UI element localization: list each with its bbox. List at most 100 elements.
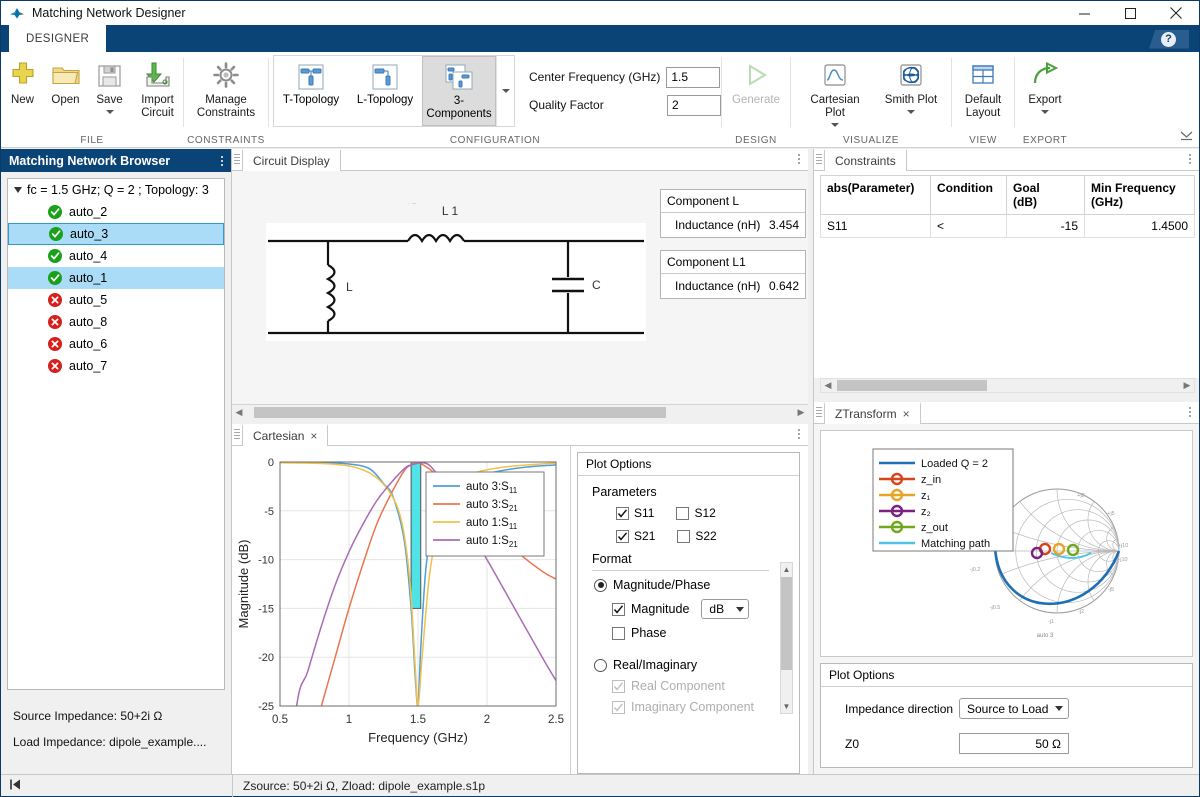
three-components-item[interactable]: 3- Components: [422, 56, 496, 126]
smith-chart[interactable]: +j2+j5+j10-j10-j5-j2-j1-j0.5-j0.2auto 3L…: [820, 430, 1193, 657]
constraints-cell-goal[interactable]: -15: [1007, 215, 1085, 238]
tree-node-auto_7[interactable]: auto_7: [8, 355, 224, 377]
constraints-col-1[interactable]: Condition: [931, 176, 1007, 215]
cartesian-chart[interactable]: 0-5-10-15-20-250.511.522.5Frequency (GHz…: [232, 446, 570, 774]
component-table-l1: Component L1 Inductance (nH) 0.642: [660, 250, 806, 299]
close-icon[interactable]: ×: [310, 429, 317, 443]
new-button[interactable]: New: [1, 58, 44, 107]
tree-node-auto_5[interactable]: auto_5: [8, 289, 224, 311]
tab-designer[interactable]: DESIGNER: [9, 25, 106, 52]
scroll-track[interactable]: [835, 380, 1180, 391]
component-l-value[interactable]: 3.454: [769, 218, 799, 232]
tree-node-auto_6[interactable]: auto_6: [8, 333, 224, 355]
network-tree[interactable]: fc = 1.5 GHz; Q = 2 ; Topology: 3 auto_2…: [7, 178, 225, 690]
t-topology-item[interactable]: T-Topology: [274, 56, 348, 126]
browser-options-icon[interactable]: [221, 155, 223, 167]
scroll-up-icon[interactable]: ▲: [781, 563, 792, 576]
circuit-horizontal-scrollbar[interactable]: ◀ ▶: [232, 404, 808, 419]
tree-node-auto_3[interactable]: auto_3: [8, 223, 224, 245]
chevron-down-icon[interactable]: [14, 187, 22, 193]
open-button[interactable]: Open: [44, 58, 87, 107]
checkbox-phase[interactable]: Phase: [612, 626, 789, 640]
chevron-down-icon[interactable]: [1041, 110, 1049, 114]
tab-ztransform[interactable]: ZTransform ×: [824, 402, 921, 424]
checkbox-s12[interactable]: S12: [676, 506, 715, 520]
panel-grip-icon[interactable]: [232, 424, 242, 445]
tab-cartesian[interactable]: Cartesian ×: [242, 424, 328, 446]
save-button[interactable]: Save: [87, 58, 132, 114]
scroll-thumb[interactable]: [254, 407, 666, 418]
component-l-param: Inductance (nH): [675, 218, 760, 232]
tree-root-node[interactable]: fc = 1.5 GHz; Q = 2 ; Topology: 3: [8, 179, 224, 201]
tab-circuit-display[interactable]: Circuit Display: [242, 149, 341, 171]
y-tick-label: -20: [258, 652, 274, 664]
center-frequency-input[interactable]: 1.5: [666, 67, 720, 88]
generate-button[interactable]: Generate: [724, 58, 788, 107]
constraints-cell-min_freq[interactable]: 1.4500: [1085, 215, 1195, 238]
checkbox-s22[interactable]: S22: [677, 529, 716, 543]
default-layout-button[interactable]: Default Layout: [954, 58, 1012, 120]
quality-factor-input[interactable]: 2: [667, 95, 721, 116]
impedance-direction-select[interactable]: Source to Load: [959, 698, 1069, 719]
scroll-left-icon[interactable]: ◀: [821, 380, 835, 391]
chevron-down-icon[interactable]: [831, 123, 839, 127]
constraints-col-2[interactable]: Goal(dB): [1007, 176, 1085, 215]
panel-grip-icon[interactable]: [232, 149, 242, 170]
component-l1-value[interactable]: 0.642: [769, 279, 799, 293]
l-topology-item[interactable]: L-Topology: [348, 56, 422, 126]
checkbox-magnitude[interactable]: Magnitude dB: [612, 599, 789, 619]
y-tick-label: -5: [264, 506, 274, 518]
tree-node-auto_2[interactable]: auto_2: [8, 201, 224, 223]
scroll-thumb[interactable]: [781, 577, 792, 670]
constraints-row[interactable]: S11<-151.4500: [821, 215, 1195, 238]
tree-node-auto_4[interactable]: auto_4: [8, 245, 224, 267]
x-tick-label: 2.5: [548, 714, 564, 726]
chevron-down-icon[interactable]: [106, 110, 114, 114]
smith-plot-button[interactable]: Smith Plot: [875, 58, 947, 114]
constraints-cell-condition[interactable]: <: [931, 215, 1007, 238]
go-to-start-button[interactable]: [1, 775, 233, 797]
cartesian-options-icon[interactable]: [798, 428, 800, 440]
tree-node-auto_8[interactable]: auto_8: [8, 311, 224, 333]
scroll-right-icon[interactable]: ▶: [794, 407, 808, 418]
constraints-col-3[interactable]: Min Frequency(GHz): [1085, 176, 1195, 215]
circuit-display-options-icon[interactable]: [798, 153, 800, 165]
radio-magnitude-phase[interactable]: Magnitude/Phase: [594, 578, 789, 592]
scroll-left-icon[interactable]: ◀: [232, 407, 246, 418]
constraints-table[interactable]: abs(Parameter) Condition Goal(dB)Min Fre…: [820, 175, 1195, 238]
ztransform-options-icon[interactable]: [1189, 406, 1191, 418]
gallery-more-button[interactable]: [496, 56, 514, 126]
constraints-horizontal-scrollbar[interactable]: ◀ ▶: [820, 378, 1195, 393]
close-icon[interactable]: ×: [903, 407, 910, 421]
scroll-down-icon[interactable]: ▼: [781, 700, 792, 713]
radio-real-imaginary[interactable]: Real/Imaginary: [594, 658, 789, 672]
scroll-thumb[interactable]: [837, 380, 987, 391]
panel-grip-icon[interactable]: [814, 402, 824, 423]
magnitude-unit-select[interactable]: dB: [701, 599, 749, 619]
maximize-icon[interactable]: [1107, 1, 1153, 25]
plot-options-scrollbar[interactable]: ▲ ▼: [780, 562, 793, 714]
chevron-down-icon[interactable]: [907, 110, 915, 114]
scroll-track[interactable]: [246, 407, 794, 418]
scroll-right-icon[interactable]: ▶: [1180, 380, 1194, 391]
help-button[interactable]: ?: [1147, 29, 1189, 49]
export-button[interactable]: Export: [1017, 58, 1073, 114]
constraints-options-icon[interactable]: [1189, 153, 1191, 165]
import-circuit-button[interactable]: Import Circuit: [132, 58, 183, 120]
manage-constraints-button[interactable]: Manage Constraints: [186, 58, 266, 120]
tree-node-auto_1[interactable]: auto_1: [8, 267, 224, 289]
cartesian-plot-button[interactable]: Cartesian Plot: [795, 58, 875, 127]
z0-input[interactable]: 50 Ω: [959, 733, 1069, 754]
ribbon-group-design-label: DESIGN: [722, 132, 790, 148]
checkbox-s21[interactable]: S21: [616, 529, 655, 543]
panel-grip-icon[interactable]: [814, 149, 824, 170]
ribbon: New Open: [1, 52, 1199, 148]
minimize-icon[interactable]: [1061, 1, 1107, 25]
tab-constraints[interactable]: Constraints: [824, 149, 907, 171]
close-icon[interactable]: [1153, 1, 1199, 25]
constraints-col-0[interactable]: abs(Parameter): [821, 176, 931, 215]
collapse-ribbon-icon[interactable]: [1180, 128, 1193, 145]
constraints-cell-parameter[interactable]: S11: [821, 215, 931, 238]
checkbox-s11[interactable]: S11: [616, 506, 654, 520]
circuit-display-pane: L 1 L: [232, 171, 808, 404]
